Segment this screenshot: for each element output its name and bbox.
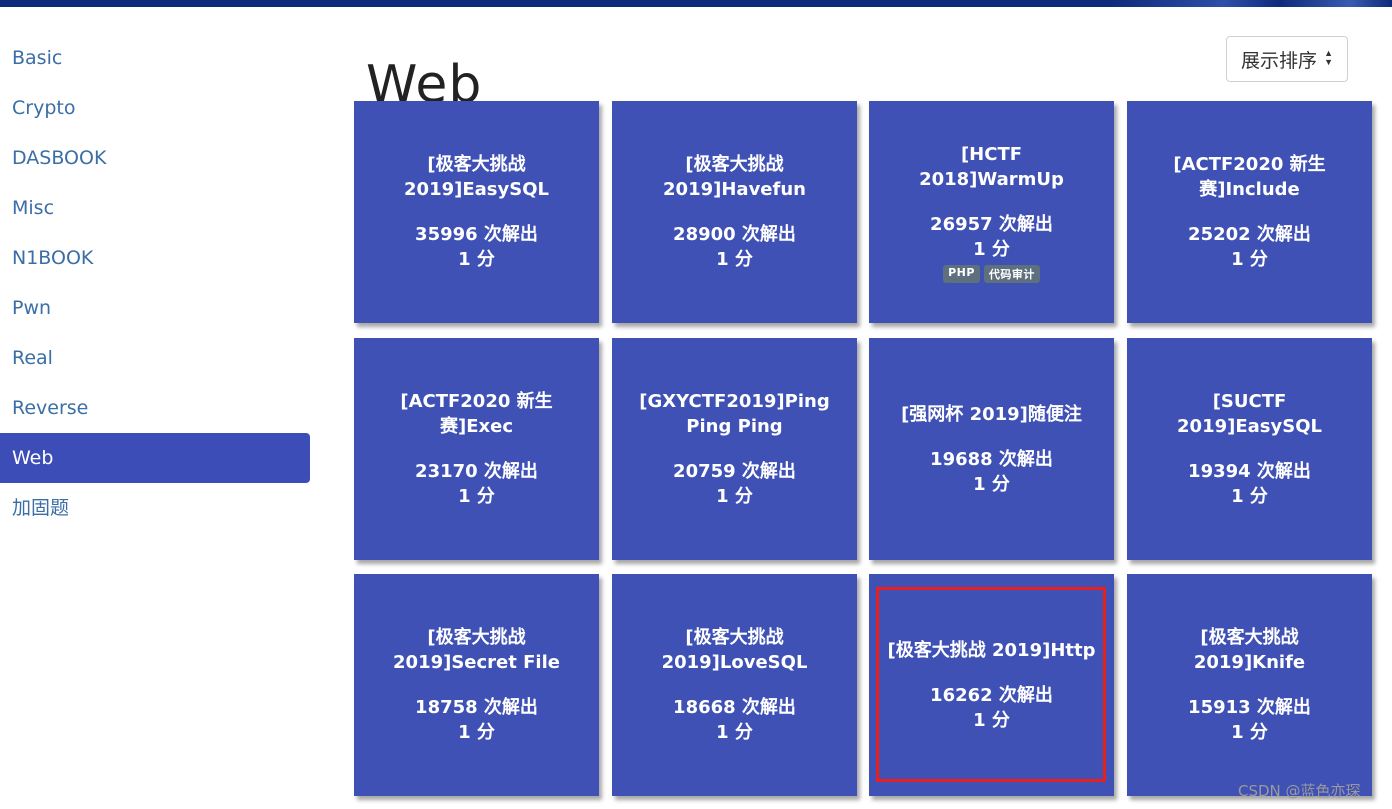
challenge-solves: 16262 次解出 xyxy=(930,684,1053,706)
challenge-title: [极客大挑战 2019]EasySQL xyxy=(404,154,549,200)
tag-badge: PHP xyxy=(943,264,980,283)
challenge-card[interactable]: [ACTF2020 新生赛]Include 25202 次解出 1 分 xyxy=(1127,101,1372,323)
challenge-title: [极客大挑战 2019]LoveSQL xyxy=(661,627,808,673)
sidebar-item-dasbook[interactable]: DASBOOK xyxy=(0,133,310,183)
challenge-points: 1 分 xyxy=(458,722,495,743)
sidebar-item-crypto[interactable]: Crypto xyxy=(0,83,310,133)
challenge-points: 1 分 xyxy=(458,486,495,507)
challenge-card[interactable]: [极客大挑战 2019]Secret File 18758 次解出 1 分 xyxy=(354,574,599,796)
sidebar-item-web[interactable]: Web xyxy=(0,433,310,483)
challenge-card[interactable]: [极客大挑战 2019]Knife 15913 次解出 1 分 xyxy=(1127,574,1372,796)
challenge-card[interactable]: [极客大挑战 2019]LoveSQL 18668 次解出 1 分 xyxy=(612,574,857,796)
challenge-title: [SUCTF 2019]EasySQL xyxy=(1177,391,1322,437)
challenge-title: [强网杯 2019]随便注 xyxy=(901,403,1082,425)
challenge-points: 1 分 xyxy=(458,249,495,270)
sidebar-item-reverse[interactable]: Reverse xyxy=(0,383,310,433)
challenge-title: [ACTF2020 新生赛]Exec xyxy=(400,391,553,437)
sidebar-item-n1book[interactable]: N1BOOK xyxy=(0,233,310,283)
challenge-solves: 18668 次解出 xyxy=(673,697,796,718)
challenge-tags: PHP 代码审计 xyxy=(943,264,1040,283)
challenge-title: [极客大挑战 2019]Knife xyxy=(1193,627,1306,673)
sidebar-item-basic[interactable]: Basic xyxy=(0,33,310,83)
challenge-points: 1 分 xyxy=(716,486,753,507)
top-banner-decoration xyxy=(1112,0,1392,7)
challenge-points: 1 分 xyxy=(716,249,753,270)
tag-badge: 代码审计 xyxy=(983,264,1040,283)
challenge-title: [HCTF 2018]WarmUp xyxy=(919,143,1064,190)
challenge-card[interactable]: [极客大挑战 2019]EasySQL 35996 次解出 1 分 xyxy=(354,101,599,323)
challenge-title: [极客大挑战 2019]Secret File xyxy=(393,627,560,673)
challenge-solves: 19394 次解出 xyxy=(1188,461,1311,482)
challenge-solves: 19688 次解出 xyxy=(930,448,1053,470)
challenge-points: 1 分 xyxy=(1231,722,1268,743)
sidebar-item-pwn[interactable]: Pwn xyxy=(0,283,310,333)
challenge-solves: 28900 次解出 xyxy=(673,224,796,245)
challenge-points: 1 分 xyxy=(716,722,753,743)
challenge-card[interactable]: [GXYCTF2019]Ping Ping Ping 20759 次解出 1 分 xyxy=(612,338,857,560)
challenge-points: 1 分 xyxy=(1231,486,1268,507)
category-sidebar: Basic Crypto DASBOOK Misc N1BOOK Pwn Real Rever… xyxy=(0,33,310,533)
challenge-solves: 18758 次解出 xyxy=(415,697,538,718)
challenge-title: [ACTF2020 新生赛]Include xyxy=(1173,154,1326,200)
challenge-points: 1 分 xyxy=(973,709,1010,731)
challenge-title: [极客大挑战 2019]Havefun xyxy=(663,154,806,200)
challenge-card[interactable]: [极客大挑战 2019]Http 16262 次解出 1 分 xyxy=(869,574,1114,796)
challenge-card[interactable]: [SUCTF 2019]EasySQL 19394 次解出 1 分 xyxy=(1127,338,1372,560)
challenge-points: 1 分 xyxy=(973,473,1010,495)
challenge-title: [极客大挑战 2019]Http xyxy=(887,639,1096,661)
challenge-solves: 26957 次解出 xyxy=(930,213,1053,235)
challenge-card[interactable]: [极客大挑战 2019]Havefun 28900 次解出 1 分 xyxy=(612,101,857,323)
sidebar-item-加固题[interactable]: 加固题 xyxy=(0,483,310,533)
challenge-card[interactable]: [HCTF 2018]WarmUp 26957 次解出 1 分 PHP 代码审计 xyxy=(869,101,1114,323)
sidebar-item-real[interactable]: Real xyxy=(0,333,310,383)
challenge-points: 1 分 xyxy=(1231,249,1268,270)
top-banner xyxy=(0,0,1392,7)
sidebar-item-misc[interactable]: Misc xyxy=(0,183,310,233)
challenge-title: [GXYCTF2019]Ping Ping Ping xyxy=(639,391,830,437)
sort-order-label: 展示排序 xyxy=(1241,49,1318,72)
challenge-solves: 23170 次解出 xyxy=(415,461,538,482)
watermark: CSDN @蓝色亦琛 xyxy=(1238,782,1361,800)
sort-order-select[interactable]: 展示排序 ▲ ▼ xyxy=(1226,36,1348,82)
challenge-solves: 15913 次解出 xyxy=(1188,697,1311,718)
sort-caret-icon: ▲ ▼ xyxy=(1324,48,1333,67)
challenge-solves: 20759 次解出 xyxy=(673,461,796,482)
challenge-card[interactable]: [ACTF2020 新生赛]Exec 23170 次解出 1 分 xyxy=(354,338,599,560)
challenge-card[interactable]: [强网杯 2019]随便注 19688 次解出 1 分 xyxy=(869,338,1114,560)
challenge-points: 1 分 xyxy=(973,238,1010,260)
challenge-solves: 25202 次解出 xyxy=(1188,224,1311,245)
challenge-solves: 35996 次解出 xyxy=(415,224,538,245)
